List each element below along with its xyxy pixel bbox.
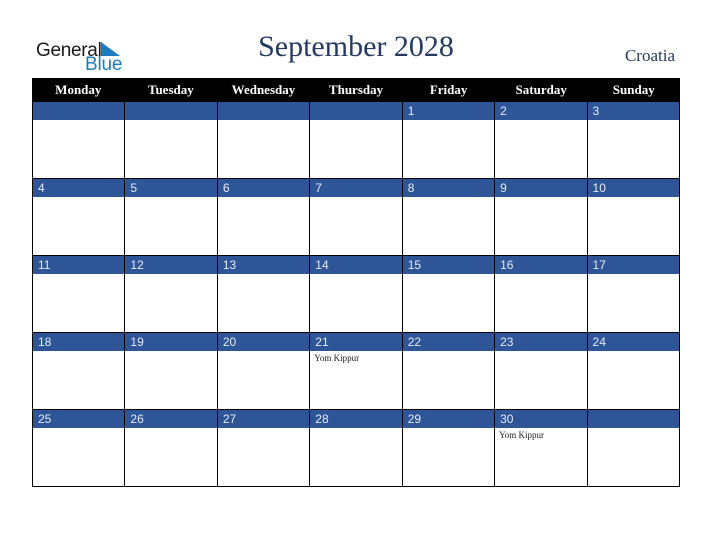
day-number: 18 <box>33 333 125 351</box>
day-cell[interactable]: 21 Yom Kippur <box>310 333 403 409</box>
page-title: September 2028 <box>258 30 454 63</box>
day-number <box>587 410 679 428</box>
day-number: 27 <box>217 410 310 428</box>
day-number: 22 <box>402 333 495 351</box>
day-cell[interactable] <box>310 102 403 178</box>
day-number: 6 <box>217 179 310 197</box>
weeks-container: 1 2 3 4 5 6 7 8 9 10 11 12 13 14 15 16 17 18 19 20 21 Yom Kip… <box>32 102 680 487</box>
day-number: 30 <box>495 410 587 428</box>
day-cell[interactable] <box>125 102 218 178</box>
day-number: 7 <box>310 179 402 197</box>
day-number: 2 <box>495 102 587 120</box>
day-cell[interactable]: 26 <box>125 410 218 486</box>
day-cell[interactable]: 23 <box>495 333 588 409</box>
country-label: Croatia <box>624 46 675 65</box>
day-cell[interactable]: 29 <box>402 410 496 486</box>
day-cell[interactable]: 22 <box>402 333 496 409</box>
day-number: 20 <box>217 333 310 351</box>
week-row: 18 19 20 21 Yom Kippur 22 23 24 <box>32 333 680 410</box>
weekday-friday: Friday <box>429 82 468 97</box>
holiday-event: Yom Kippur <box>499 430 544 440</box>
day-cell[interactable] <box>33 102 126 178</box>
day-number: 13 <box>217 256 310 274</box>
day-number: 1 <box>402 102 495 120</box>
day-cell[interactable] <box>217 102 311 178</box>
day-cell[interactable]: 5 <box>125 179 218 255</box>
weekday-header-row: Monday Tuesday Wednesday Thursday Friday… <box>32 78 680 102</box>
day-cell[interactable]: 8 <box>402 179 496 255</box>
day-number: 9 <box>495 179 587 197</box>
day-cell[interactable]: 4 <box>33 179 126 255</box>
day-cell[interactable]: 17 <box>587 256 680 332</box>
week-row: 11 12 13 14 15 16 17 <box>32 256 680 333</box>
day-cell[interactable]: 16 <box>495 256 588 332</box>
day-cell[interactable]: 1 <box>402 102 496 178</box>
day-number: 17 <box>587 256 679 274</box>
day-cell[interactable]: 10 <box>587 179 680 255</box>
week-row: 4 5 6 7 8 9 10 <box>32 179 680 256</box>
day-cell[interactable]: 6 <box>217 179 311 255</box>
day-cell[interactable]: 27 <box>217 410 311 486</box>
day-cell[interactable]: 20 <box>217 333 311 409</box>
day-cell[interactable]: 19 <box>125 333 218 409</box>
day-number: 10 <box>587 179 679 197</box>
day-number: 15 <box>402 256 495 274</box>
day-number: 29 <box>402 410 495 428</box>
day-number: 26 <box>125 410 217 428</box>
weekday-wednesday: Wednesday <box>231 82 296 97</box>
day-number <box>125 102 217 120</box>
calendar-grid: Monday Tuesday Wednesday Thursday Friday… <box>32 78 680 487</box>
day-cell[interactable]: 28 <box>310 410 403 486</box>
day-number <box>310 102 402 120</box>
day-cell[interactable] <box>587 410 680 486</box>
day-cell[interactable]: 7 <box>310 179 403 255</box>
day-number: 14 <box>310 256 402 274</box>
day-cell[interactable]: 3 <box>587 102 680 178</box>
day-number: 3 <box>587 102 679 120</box>
day-cell[interactable]: 30 Yom Kippur <box>495 410 588 486</box>
day-number: 16 <box>495 256 587 274</box>
day-cell[interactable]: 14 <box>310 256 403 332</box>
day-cell[interactable]: 11 <box>33 256 126 332</box>
weekday-monday: Monday <box>55 82 102 97</box>
day-number: 11 <box>33 256 125 274</box>
day-cell[interactable]: 13 <box>217 256 311 332</box>
day-number <box>33 102 125 120</box>
day-cell[interactable]: 25 <box>33 410 126 486</box>
day-cell[interactable]: 15 <box>402 256 496 332</box>
day-cell[interactable]: 24 <box>587 333 680 409</box>
day-number: 4 <box>33 179 125 197</box>
day-number: 5 <box>125 179 217 197</box>
day-cell[interactable]: 2 <box>495 102 588 178</box>
week-row: 25 26 27 28 29 30 Yom Kippur <box>32 410 680 487</box>
day-number <box>217 102 310 120</box>
day-number: 23 <box>495 333 587 351</box>
day-number: 28 <box>310 410 402 428</box>
weekday-thursday: Thursday <box>328 82 384 97</box>
day-number: 25 <box>33 410 125 428</box>
day-cell[interactable]: 9 <box>495 179 588 255</box>
weekday-tuesday: Tuesday <box>147 82 194 97</box>
weekday-saturday: Saturday <box>515 82 567 97</box>
holiday-event: Yom Kippur <box>314 353 360 363</box>
day-number: 8 <box>402 179 495 197</box>
weekday-sunday: Sunday <box>612 82 655 97</box>
day-number: 21 <box>310 333 402 351</box>
day-number: 24 <box>587 333 679 351</box>
day-number: 19 <box>125 333 217 351</box>
day-cell[interactable]: 18 <box>33 333 126 409</box>
week-row: 123 <box>32 102 680 179</box>
day-cell[interactable]: 12 <box>125 256 218 332</box>
day-number: 12 <box>125 256 217 274</box>
